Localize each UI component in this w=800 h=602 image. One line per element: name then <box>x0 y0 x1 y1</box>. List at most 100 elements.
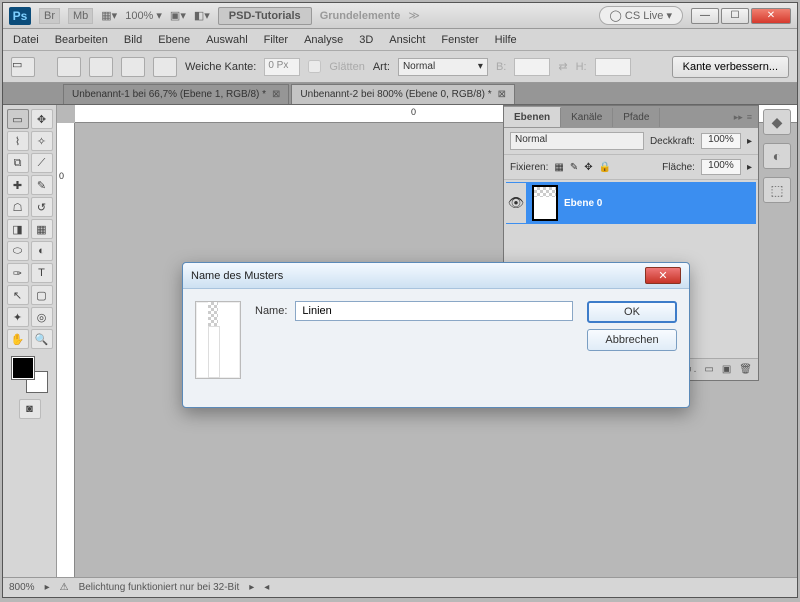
close-icon[interactable]: ⊠ <box>498 89 506 100</box>
menu-auswahl[interactable]: Auswahl <box>206 34 248 46</box>
path-tool-icon[interactable]: ↖ <box>7 285 29 305</box>
shape-tool-icon[interactable]: ▢ <box>31 285 53 305</box>
chevron-icon[interactable]: ▸ <box>747 136 752 147</box>
eraser-tool-icon[interactable]: ◨ <box>7 219 29 239</box>
dock-styles-icon[interactable]: ⬚ <box>763 177 791 203</box>
menu-analyse[interactable]: Analyse <box>304 34 343 46</box>
document-tab-bar: Unbenannt-1 bei 66,7% (Ebene 1, RGB/8) *… <box>3 83 797 105</box>
heal-tool-icon[interactable]: ✚ <box>7 175 29 195</box>
ok-button[interactable]: OK <box>587 301 677 323</box>
tool-preset-icon[interactable]: ▭ <box>11 57 35 77</box>
layer-row[interactable]: 👁 Ebene 0 <box>506 182 756 224</box>
title-bar: Ps Br Mb ▦▾ 100% ▾ ▣▾ ◧▾ PSD-Tutorials G… <box>3 3 797 29</box>
tab-kanaele[interactable]: Kanäle <box>561 108 613 127</box>
view-controls-icon[interactable]: ▦▾ <box>101 9 117 22</box>
lock-move-icon[interactable]: ✥ <box>584 162 592 173</box>
lock-all-icon[interactable]: 🔒 <box>599 162 611 173</box>
menu-ebene[interactable]: Ebene <box>158 34 190 46</box>
minibridge-badge[interactable]: Mb <box>68 8 93 24</box>
color-swatches[interactable] <box>12 357 48 393</box>
window-maximize-button[interactable]: ☐ <box>721 8 749 24</box>
menu-bild[interactable]: Bild <box>124 34 142 46</box>
panel-menu-icon[interactable]: ≡ <box>747 112 752 123</box>
width-field <box>514 58 550 76</box>
chevron-icon[interactable]: ▸ <box>249 582 254 593</box>
blur-tool-icon[interactable]: ⬭ <box>7 241 29 261</box>
options-bar: ▭ Weiche Kante: 0 Px Glätten Art: Normal… <box>3 51 797 83</box>
menu-ansicht[interactable]: Ansicht <box>389 34 425 46</box>
dock-layers-icon[interactable]: ◆ <box>763 109 791 135</box>
pen-tool-icon[interactable]: ✑ <box>7 263 29 283</box>
marquee-tool-icon[interactable]: ▭ <box>7 109 29 129</box>
gradient-tool-icon[interactable]: ▦ <box>31 219 53 239</box>
brush-tool-icon[interactable]: ✎ <box>31 175 53 195</box>
add-selection-icon[interactable] <box>89 57 113 77</box>
dodge-tool-icon[interactable]: ◐ <box>31 241 53 261</box>
stamp-tool-icon[interactable]: ☖ <box>7 197 29 217</box>
menu-datei[interactable]: Datei <box>13 34 39 46</box>
hand-nav-icon[interactable]: ▣▾ <box>170 9 186 22</box>
window-minimize-button[interactable]: — <box>691 8 719 24</box>
history-brush-icon[interactable]: ↺ <box>31 197 53 217</box>
lock-paint-icon[interactable]: ✎ <box>570 162 578 173</box>
doc-tab-2[interactable]: Unbenannt-2 bei 800% (Ebene 0, RGB/8) *⊠ <box>291 84 515 104</box>
cancel-button[interactable]: Abbrechen <box>587 329 677 351</box>
wand-tool-icon[interactable]: ✧ <box>31 131 53 151</box>
zoom-level[interactable]: 100% ▾ <box>125 9 162 22</box>
move-tool-icon[interactable]: ✥ <box>31 109 53 129</box>
subtract-selection-icon[interactable] <box>121 57 145 77</box>
style-dropdown[interactable]: Normal▾ <box>398 58 488 76</box>
fg-color-swatch[interactable] <box>12 357 34 379</box>
new-layer-icon[interactable]: ▣ <box>722 364 731 375</box>
hand-tool-icon[interactable]: ✋ <box>7 329 29 349</box>
tab-ebenen[interactable]: Ebenen <box>504 107 561 127</box>
dock-adjust-icon[interactable]: ◐ <box>763 143 791 169</box>
doc-tab-1[interactable]: Unbenannt-1 bei 66,7% (Ebene 1, RGB/8) *… <box>63 84 289 104</box>
feather-field[interactable]: 0 Px <box>264 58 300 76</box>
eyedropper-tool-icon[interactable]: ⟋ <box>31 153 53 173</box>
opacity-field[interactable]: 100% <box>701 133 741 149</box>
tab-pfade[interactable]: Pfade <box>613 108 660 127</box>
cs-live-button[interactable]: ◯ CS Live ▾ <box>599 6 683 25</box>
trash-icon[interactable]: 🗑 <box>739 364 752 375</box>
layer-name[interactable]: Ebene 0 <box>564 198 602 209</box>
window-close-button[interactable]: ✕ <box>751 8 791 24</box>
group-icon[interactable]: ▭ <box>704 364 713 375</box>
status-zoom[interactable]: 800% <box>9 582 35 593</box>
menu-fenster[interactable]: Fenster <box>441 34 478 46</box>
dialog-title: Name des Musters <box>191 270 283 282</box>
crop-tool-icon[interactable]: ⧉ <box>7 153 29 173</box>
intersect-selection-icon[interactable] <box>153 57 177 77</box>
type-tool-icon[interactable]: T <box>31 263 53 283</box>
fill-field[interactable]: 100% <box>701 159 741 175</box>
refine-edge-button[interactable]: Kante verbessern... <box>672 56 789 78</box>
lock-trans-icon[interactable]: ▦ <box>554 162 563 173</box>
pattern-name-input[interactable] <box>295 301 573 321</box>
screen-mode-icon[interactable]: ◧▾ <box>194 9 210 22</box>
menu-filter[interactable]: Filter <box>264 34 288 46</box>
3d-tool-icon[interactable]: ✦ <box>7 307 29 327</box>
psd-tutorials-panel[interactable]: PSD-Tutorials <box>218 7 312 25</box>
lock-label: Fixieren: <box>510 162 548 173</box>
quickmask-icon[interactable]: ◙ <box>19 399 41 419</box>
lasso-tool-icon[interactable]: ⌇ <box>7 131 29 151</box>
layer-thumbnail[interactable] <box>532 185 558 221</box>
collapse-icon[interactable]: ▸▸ <box>734 112 743 123</box>
dialog-close-button[interactable]: ✕ <box>645 267 681 284</box>
menu-hilfe[interactable]: Hilfe <box>495 34 517 46</box>
grundelemente-label[interactable]: Grundelemente <box>320 10 401 22</box>
chevron-left-icon[interactable]: ◂ <box>264 582 269 593</box>
visibility-icon[interactable]: 👁 <box>506 183 526 223</box>
close-icon[interactable]: ⊠ <box>272 89 280 100</box>
chevron-icon[interactable]: ▸ <box>747 162 752 173</box>
3d-camera-icon[interactable]: ◎ <box>31 307 53 327</box>
chevron-icon[interactable]: ▸ <box>45 582 50 593</box>
chevron-right-icon[interactable]: ≫ <box>408 9 420 22</box>
antialias-checkbox[interactable] <box>308 60 321 73</box>
new-selection-icon[interactable] <box>57 57 81 77</box>
menu-bearbeiten[interactable]: Bearbeiten <box>55 34 108 46</box>
zoom-tool-icon[interactable]: 🔍 <box>31 329 53 349</box>
bridge-badge[interactable]: Br <box>39 8 60 24</box>
blend-mode-dropdown[interactable]: Normal <box>510 132 644 150</box>
menu-3d[interactable]: 3D <box>359 34 373 46</box>
